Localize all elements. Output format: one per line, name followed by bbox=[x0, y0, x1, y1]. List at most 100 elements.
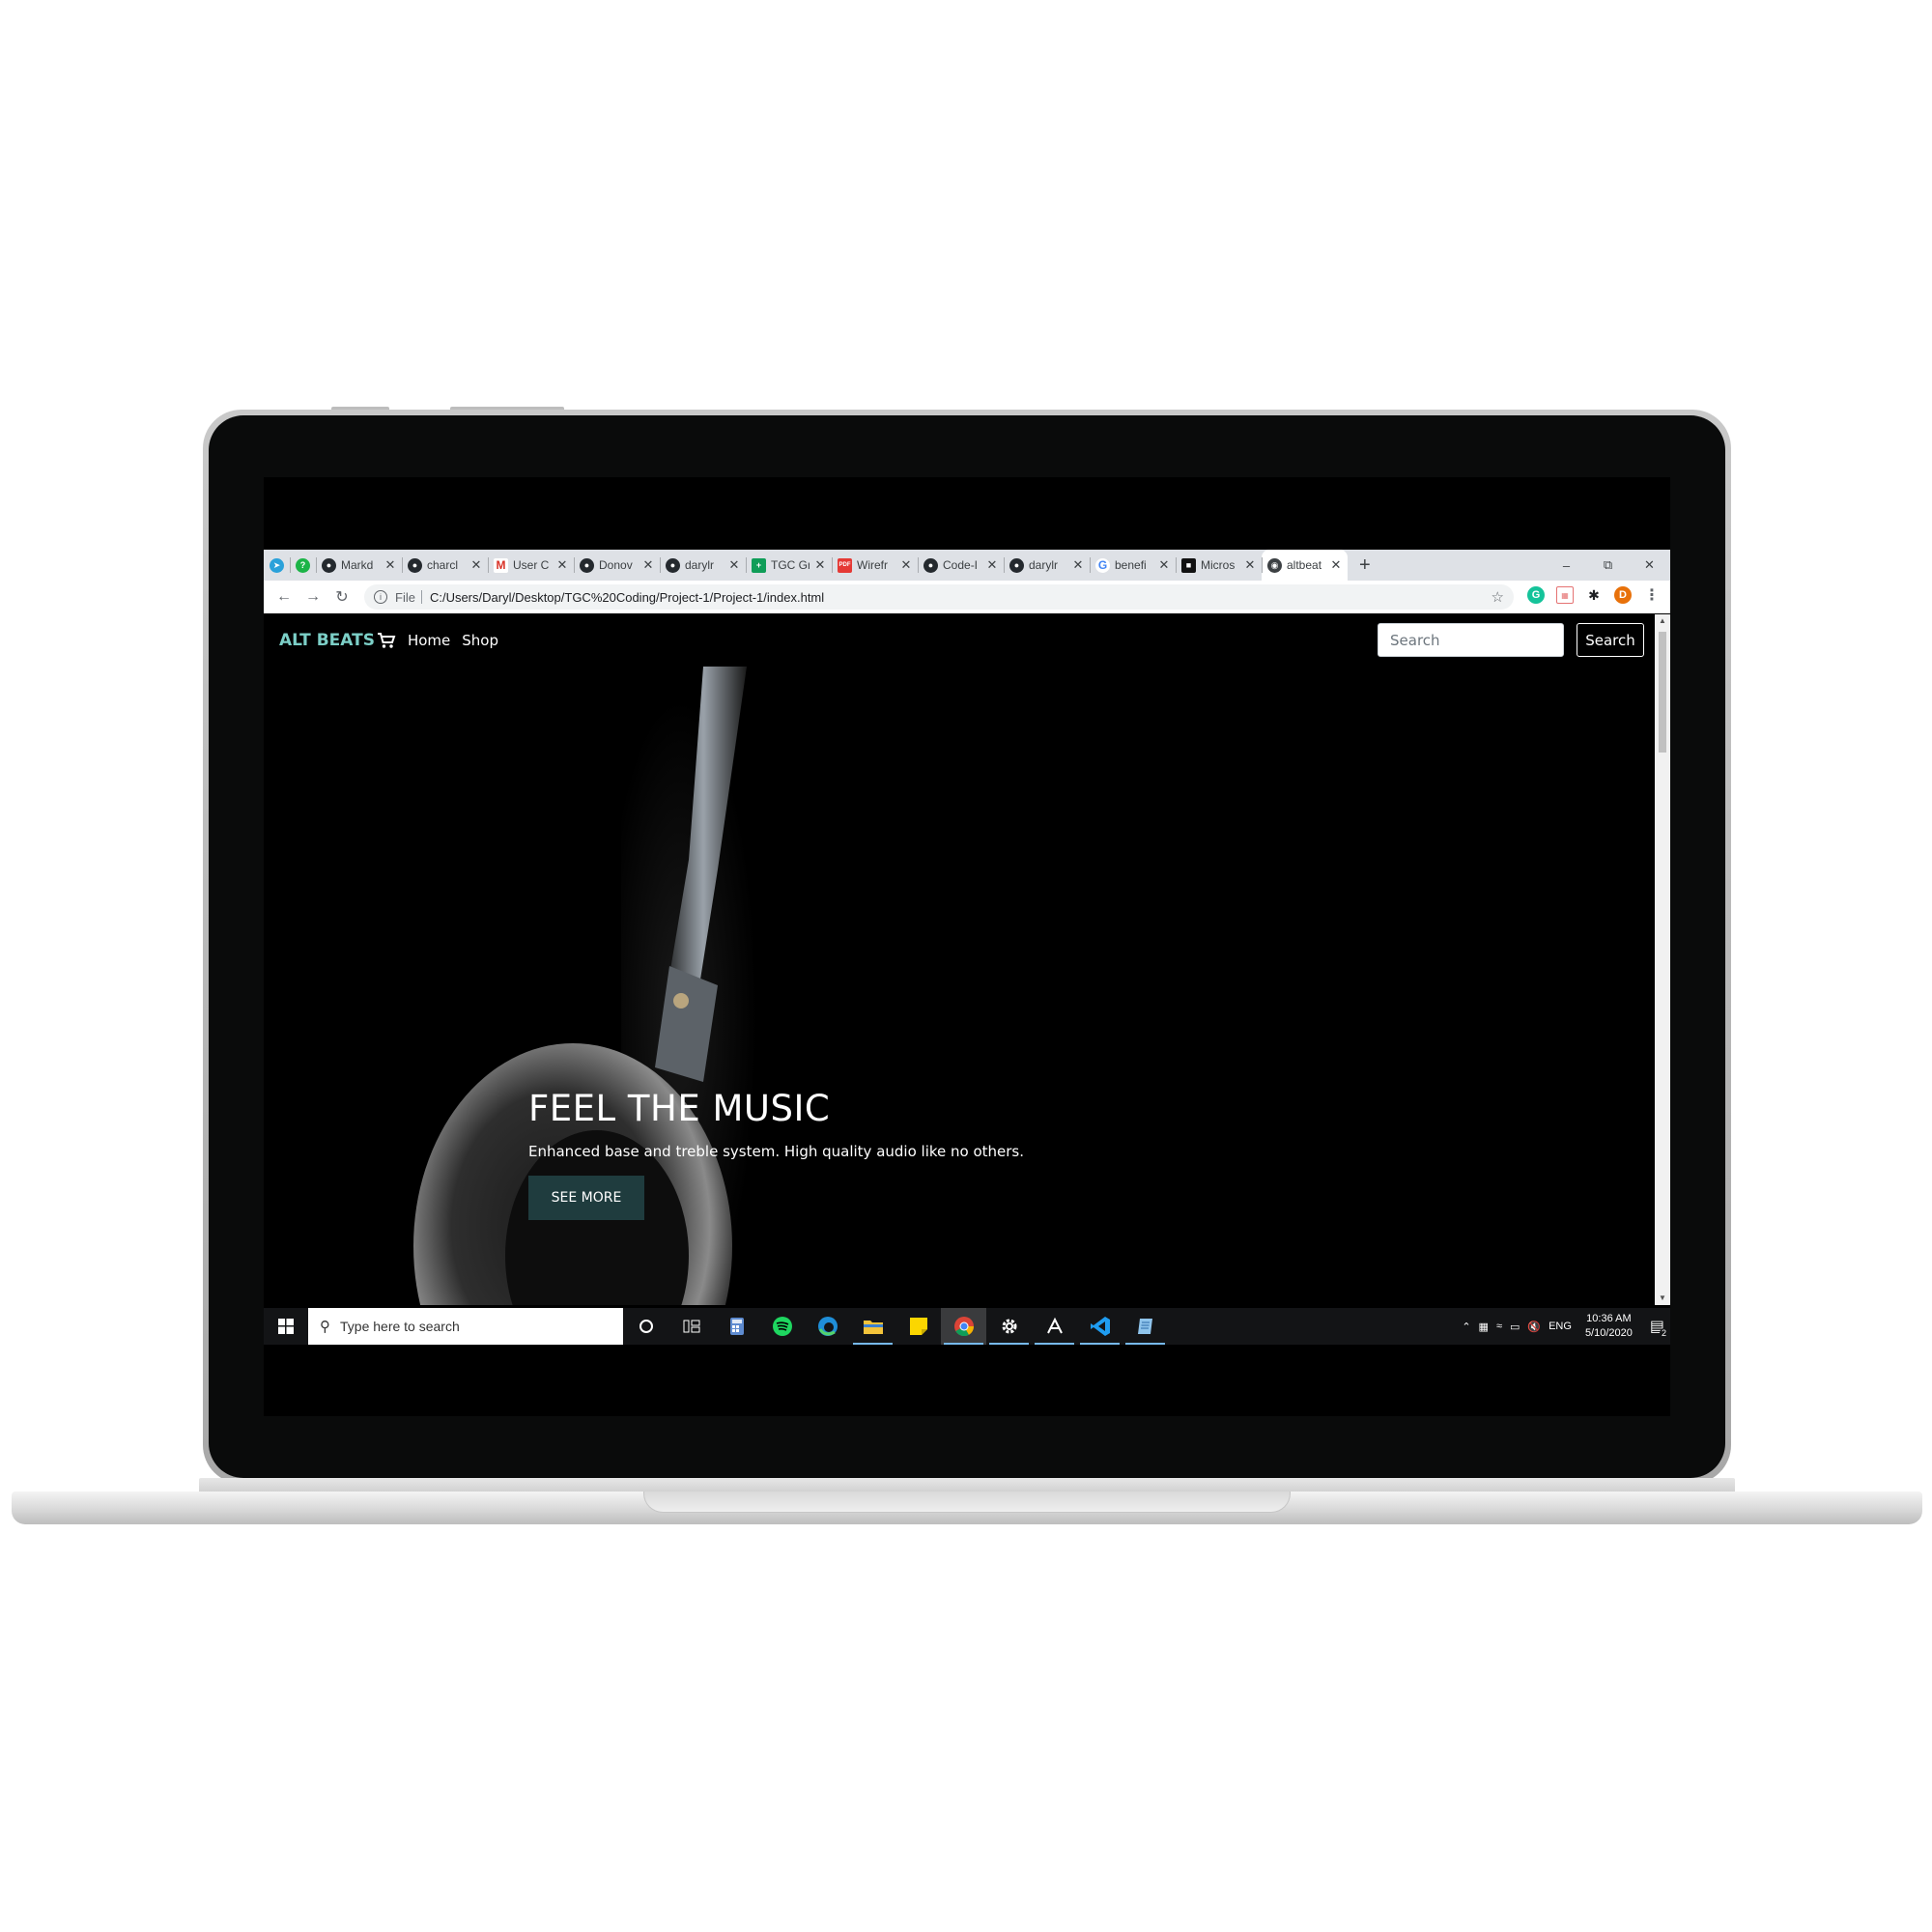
chrome-icon[interactable] bbox=[941, 1308, 986, 1345]
screen: ➤ ? ● Markd ✕ ● charcl ✕ M User C ✕ ● Do… bbox=[264, 477, 1670, 1416]
window-controls: – ⧉ ✕ bbox=[1546, 550, 1670, 581]
google-icon: G bbox=[1095, 557, 1110, 573]
address-bar[interactable]: i File C:/Users/Daryl/Desktop/TGC%20Codi… bbox=[364, 584, 1514, 610]
site-search-input[interactable] bbox=[1378, 623, 1564, 657]
cortana-icon[interactable] bbox=[623, 1308, 668, 1345]
extensions-area: G ▦ ✱ D ⋮ bbox=[1527, 586, 1661, 604]
browser-tab[interactable]: M User C ✕ bbox=[488, 550, 574, 581]
close-tab-icon[interactable]: ✕ bbox=[470, 557, 482, 573]
search-button[interactable]: Search bbox=[1577, 623, 1644, 657]
hero-subtitle: Enhanced base and treble system. High qu… bbox=[528, 1143, 1025, 1160]
browser-tab-active[interactable]: ◉ altbeat ✕ bbox=[1262, 550, 1348, 581]
notepad-icon[interactable] bbox=[1122, 1308, 1168, 1345]
battery-icon[interactable]: ▭ bbox=[1510, 1321, 1520, 1333]
gmail-icon: M bbox=[494, 557, 508, 573]
hero-title: FEEL THE MUSIC bbox=[528, 1088, 831, 1129]
browser-tab[interactable]: ● Donov ✕ bbox=[574, 550, 660, 581]
page-viewport: ALT BEATS Home Shop Search FEEL THE MUSI… bbox=[264, 614, 1655, 1305]
tab-title: User C bbox=[513, 558, 550, 572]
restore-button[interactable]: ⧉ bbox=[1587, 550, 1629, 581]
info-icon[interactable]: i bbox=[374, 590, 387, 604]
close-tab-icon[interactable]: ✕ bbox=[1072, 557, 1084, 573]
calculator-icon[interactable] bbox=[714, 1308, 759, 1345]
browser-tab[interactable]: ■ Micros ✕ bbox=[1176, 550, 1262, 581]
close-tab-icon[interactable]: ✕ bbox=[900, 557, 912, 573]
puzzle-extensions-icon[interactable]: ✱ bbox=[1585, 586, 1603, 604]
browser-tab[interactable]: ➤ bbox=[264, 550, 290, 581]
bookmark-star-icon[interactable]: ☆ bbox=[1492, 588, 1504, 606]
clock[interactable]: 10:36 AM 5/10/2020 bbox=[1585, 1312, 1633, 1341]
browser-tab[interactable]: ● darylr ✕ bbox=[1004, 550, 1090, 581]
browser-tab[interactable]: ● Code-I ✕ bbox=[918, 550, 1004, 581]
chevron-up-icon[interactable]: ⌃ bbox=[1462, 1321, 1470, 1333]
taskbar-search-box[interactable]: ⚲ Type here to search bbox=[308, 1308, 623, 1345]
browser-tab[interactable]: G benefi ✕ bbox=[1090, 550, 1176, 581]
edge-icon[interactable] bbox=[805, 1308, 850, 1345]
settings-icon[interactable] bbox=[986, 1308, 1032, 1345]
tab-title: charcl bbox=[427, 558, 459, 572]
profile-avatar[interactable]: D bbox=[1614, 586, 1632, 604]
clock-time: 10:36 AM bbox=[1586, 1313, 1632, 1324]
menu-kebab-icon[interactable]: ⋮ bbox=[1643, 586, 1661, 604]
browser-tab[interactable]: PDF Wirefr ✕ bbox=[832, 550, 918, 581]
github-icon: ● bbox=[322, 557, 336, 573]
tab-strip: ➤ ? ● Markd ✕ ● charcl ✕ M User C ✕ ● Do… bbox=[264, 550, 1670, 581]
close-window-button[interactable]: ✕ bbox=[1629, 550, 1670, 581]
notification-center-icon[interactable]: ▤ 2 bbox=[1650, 1317, 1668, 1338]
new-tab-button[interactable]: + bbox=[1348, 554, 1382, 577]
tab-title: Micros bbox=[1201, 558, 1236, 572]
tab-title: Code-I bbox=[943, 558, 979, 572]
file-explorer-icon[interactable] bbox=[850, 1308, 895, 1345]
reload-icon[interactable]: ↻ bbox=[327, 587, 356, 607]
close-tab-icon[interactable]: ✕ bbox=[384, 557, 396, 573]
close-tab-icon[interactable]: ✕ bbox=[814, 557, 826, 573]
minimize-button[interactable]: – bbox=[1546, 550, 1587, 581]
close-tab-icon[interactable]: ✕ bbox=[986, 557, 998, 573]
browser-tab[interactable]: ● Markd ✕ bbox=[316, 550, 402, 581]
scroll-up-arrow-icon[interactable]: ▲ bbox=[1655, 614, 1670, 628]
browser-tab[interactable]: ? bbox=[290, 550, 316, 581]
globe-icon: ◉ bbox=[1267, 557, 1282, 573]
volume-muted-icon[interactable]: 🔇 bbox=[1527, 1321, 1541, 1333]
tab-title: Wirefr bbox=[857, 558, 888, 572]
nav-shop-link[interactable]: Shop bbox=[462, 632, 498, 649]
wifi-icon[interactable]: ≈ bbox=[1496, 1321, 1502, 1332]
calendar-extension-icon[interactable]: ▦ bbox=[1556, 586, 1574, 604]
browser-tab[interactable]: + TGC Gr ✕ bbox=[746, 550, 832, 581]
close-tab-icon[interactable]: ✕ bbox=[1330, 557, 1342, 573]
start-button[interactable] bbox=[264, 1308, 308, 1345]
browser-tab[interactable]: ● darylr ✕ bbox=[660, 550, 746, 581]
app-icon: ■ bbox=[1181, 557, 1196, 573]
github-icon: ● bbox=[1009, 557, 1024, 573]
network-adapter-icon[interactable]: ▦ bbox=[1479, 1321, 1489, 1333]
browser-tab[interactable]: ● charcl ✕ bbox=[402, 550, 488, 581]
url-text[interactable]: C:/Users/Daryl/Desktop/TGC%20Coding/Proj… bbox=[430, 590, 824, 605]
sticky-notes-icon[interactable] bbox=[895, 1308, 941, 1345]
language-indicator[interactable]: ENG bbox=[1548, 1321, 1572, 1332]
github-icon: ● bbox=[580, 557, 594, 573]
whatsapp-icon: ? bbox=[296, 557, 310, 573]
task-view-icon[interactable] bbox=[668, 1308, 714, 1345]
forward-arrow-icon[interactable]: → bbox=[298, 588, 327, 606]
close-tab-icon[interactable]: ✕ bbox=[1244, 557, 1256, 573]
tab-title: TGC Gr bbox=[771, 558, 810, 572]
see-more-button[interactable]: SEE MORE bbox=[528, 1176, 644, 1220]
cart-icon[interactable] bbox=[377, 632, 396, 649]
pdf-icon: PDF bbox=[838, 557, 852, 573]
spotify-icon[interactable] bbox=[759, 1308, 805, 1345]
nav-home-link[interactable]: Home bbox=[408, 632, 450, 649]
scroll-down-arrow-icon[interactable]: ▼ bbox=[1655, 1292, 1670, 1305]
browser-window: ➤ ? ● Markd ✕ ● charcl ✕ M User C ✕ ● Do… bbox=[264, 550, 1670, 1344]
back-arrow-icon[interactable]: ← bbox=[270, 588, 298, 606]
scroll-thumb[interactable] bbox=[1659, 632, 1666, 753]
acrobat-icon[interactable] bbox=[1032, 1308, 1077, 1345]
close-tab-icon[interactable]: ✕ bbox=[556, 557, 568, 573]
close-tab-icon[interactable]: ✕ bbox=[1158, 557, 1170, 573]
grammarly-icon[interactable]: G bbox=[1527, 586, 1545, 604]
brand-logo[interactable]: ALT BEATS bbox=[279, 631, 375, 650]
page-scrollbar[interactable]: ▲ ▼ bbox=[1655, 614, 1670, 1305]
vscode-icon[interactable] bbox=[1077, 1308, 1122, 1345]
close-tab-icon[interactable]: ✕ bbox=[642, 557, 654, 573]
close-tab-icon[interactable]: ✕ bbox=[728, 557, 740, 573]
windows-taskbar: ⚲ Type here to search ⌃ ▦ ≈ ▭ 🔇 ENG 10:3… bbox=[264, 1308, 1670, 1345]
